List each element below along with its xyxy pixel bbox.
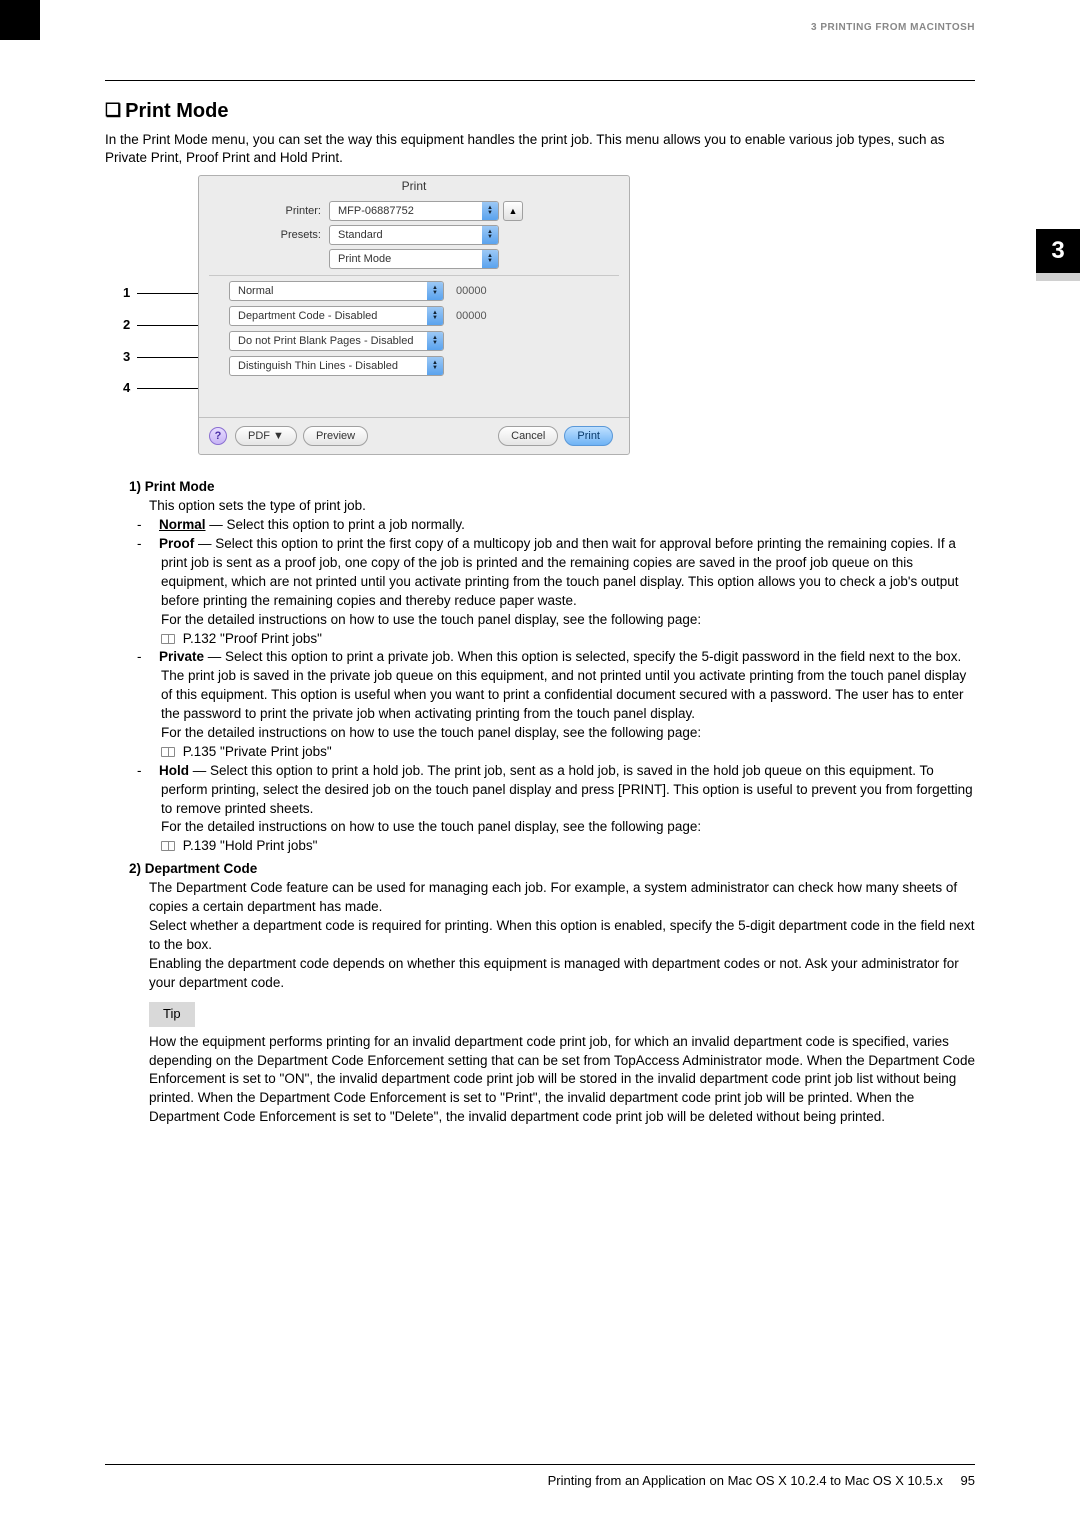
private-detail: For the detailed instructions on how to … [161, 724, 975, 743]
header-breadcrumb: 3 PRINTING FROM MACINTOSH [811, 22, 975, 33]
code-field: 00000 [456, 285, 487, 297]
option-normal: -Normal — Select this option to print a … [149, 516, 975, 535]
chevrons-icon: ▲▼ [482, 250, 498, 268]
section-title: ❏Print Mode [105, 100, 975, 123]
chevrons-icon: ▲▼ [482, 226, 498, 244]
bullet-square-icon: ❏ [105, 100, 121, 121]
item-number: 2) [129, 861, 141, 876]
page-footer: Printing from an Application on Mac OS X… [105, 1464, 975, 1488]
presets-select[interactable]: Standard ▲▼ [329, 225, 499, 245]
printer-select[interactable]: MFP-06887752 ▲▼ [329, 201, 499, 221]
presets-value: Standard [330, 229, 391, 241]
callout-1: 1 [123, 285, 130, 300]
printer-label: Printer: [199, 205, 329, 217]
book-icon [161, 747, 175, 757]
cancel-button[interactable]: Cancel [498, 426, 558, 446]
expand-button[interactable]: ▲ [503, 201, 523, 221]
chevrons-icon: ▲▼ [427, 332, 443, 350]
dialog-title: Print [199, 176, 629, 197]
section-title-text: Print Mode [125, 100, 228, 122]
print-dialog: Print Printer: MFP-06887752 ▲▼ ▲ Presets… [198, 175, 630, 455]
dept-code-select[interactable]: Department Code - Disabled ▲▼ [229, 306, 444, 326]
page-content: ❏Print Mode In the Print Mode menu, you … [105, 100, 975, 1127]
dept-p1: The Department Code feature can be used … [149, 879, 975, 917]
chapter-tab: 3 [1036, 229, 1080, 273]
pdf-button[interactable]: PDF ▼ [235, 426, 297, 446]
dialog-footer: ? PDF ▼ Preview Cancel Print [199, 417, 629, 454]
code-field: 00000 [456, 310, 487, 322]
private-ref: P.135 "Private Print jobs" [161, 743, 975, 762]
presets-label: Presets: [199, 229, 329, 241]
header-rule [105, 80, 975, 81]
description-list: 1) Print Mode This option sets the type … [105, 478, 975, 1127]
option-private: -Private — Select this option to print a… [149, 648, 975, 724]
chevrons-icon: ▲▼ [482, 202, 498, 220]
footer-text: Printing from an Application on Mac OS X… [548, 1473, 943, 1488]
thin-lines-select[interactable]: Distinguish Thin Lines - Disabled ▲▼ [229, 356, 444, 376]
item-title: Department Code [145, 861, 258, 876]
panel-value: Print Mode [330, 253, 399, 265]
proof-detail: For the detailed instructions on how to … [161, 611, 975, 630]
printer-value: MFP-06887752 [330, 205, 422, 217]
callout-4: 4 [123, 380, 130, 395]
callout-2: 2 [123, 317, 130, 332]
callout-3: 3 [123, 349, 130, 364]
corner-block [0, 0, 40, 40]
chevrons-icon: ▲▼ [427, 307, 443, 325]
option-hold: -Hold — Select this option to print a ho… [149, 762, 975, 819]
option-value: Normal [230, 285, 281, 297]
item-lead: This option sets the type of print job. [149, 497, 975, 516]
option-value: Do not Print Blank Pages - Disabled [230, 335, 421, 347]
item-number: 1) [129, 479, 141, 494]
help-button[interactable]: ? [209, 427, 227, 445]
book-icon [161, 634, 175, 644]
dept-p2: Select whether a department code is requ… [149, 917, 975, 955]
tip-body: How the equipment performs printing for … [149, 1033, 975, 1127]
book-icon [161, 841, 175, 851]
option-value: Department Code - Disabled [230, 310, 385, 322]
item-title: Print Mode [145, 479, 215, 494]
dept-p3: Enabling the department code depends on … [149, 955, 975, 993]
dialog-figure: 1 2 3 4 Print Printer: MFP-06887752 ▲▼ ▲… [123, 175, 743, 460]
blank-pages-select[interactable]: Do not Print Blank Pages - Disabled ▲▼ [229, 331, 444, 351]
section-intro: In the Print Mode menu, you can set the … [105, 131, 975, 167]
option-proof: -Proof — Select this option to print the… [149, 535, 975, 611]
option-value: Distinguish Thin Lines - Disabled [230, 360, 406, 372]
print-mode-select[interactable]: Normal ▲▼ [229, 281, 444, 301]
page-number: 95 [961, 1473, 975, 1488]
chevrons-icon: ▲▼ [427, 357, 443, 375]
hold-detail: For the detailed instructions on how to … [161, 818, 975, 837]
panel-select[interactable]: Print Mode ▲▼ [329, 249, 499, 269]
chevrons-icon: ▲▼ [427, 282, 443, 300]
print-button[interactable]: Print [564, 426, 613, 446]
proof-ref: P.132 "Proof Print jobs" [161, 630, 975, 649]
preview-button[interactable]: Preview [303, 426, 368, 446]
hold-ref: P.139 "Hold Print jobs" [161, 837, 975, 856]
chapter-tab-shadow [1036, 273, 1080, 281]
tip-label: Tip [149, 1002, 195, 1026]
